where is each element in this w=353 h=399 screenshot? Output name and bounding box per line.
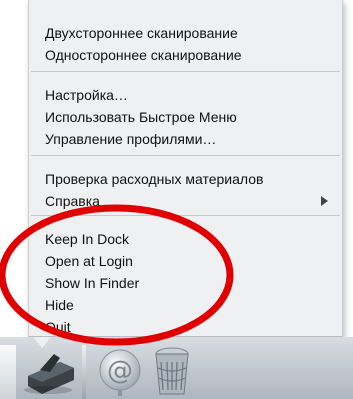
menu-item-help-label: Справка <box>45 193 100 209</box>
menu-separator <box>31 71 340 72</box>
menu-item-quick-menu[interactable]: Использовать Быстрое Меню <box>45 106 334 128</box>
dock-edge <box>0 345 16 399</box>
menu-separator <box>31 215 340 216</box>
menu-item-hide[interactable]: Hide <box>45 294 334 316</box>
mail-at-icon[interactable]: @ <box>92 346 148 398</box>
trash-icon[interactable] <box>152 344 192 398</box>
menu-pointer <box>33 337 51 348</box>
menu-item-open-at-login[interactable]: Open at Login <box>45 250 334 272</box>
dock-divider <box>82 345 86 399</box>
menu-item-profiles[interactable]: Управление профилями… <box>45 128 334 150</box>
menu-item-quit[interactable]: Quit <box>45 316 334 338</box>
context-menu: Двухстороннее сканирование Одностороннее… <box>28 0 343 337</box>
menu-item-help[interactable]: Справка <box>45 190 334 212</box>
menu-item-keep-in-dock[interactable]: Keep In Dock <box>45 228 334 250</box>
menu-separator <box>31 155 340 156</box>
scanner-icon[interactable] <box>20 350 80 396</box>
menu-item-check-consumables[interactable]: Проверка расходных материалов <box>45 168 334 190</box>
menu-item-show-in-finder[interactable]: Show In Finder <box>45 272 334 294</box>
svg-text:@: @ <box>107 356 133 386</box>
submenu-arrow-icon <box>321 196 328 206</box>
menu-item-settings[interactable]: Настройка… <box>45 84 334 106</box>
menu-item-duplex-scan[interactable]: Двухстороннее сканирование <box>45 22 334 44</box>
menu-item-simplex-scan[interactable]: Одностороннее сканирование <box>45 44 334 66</box>
